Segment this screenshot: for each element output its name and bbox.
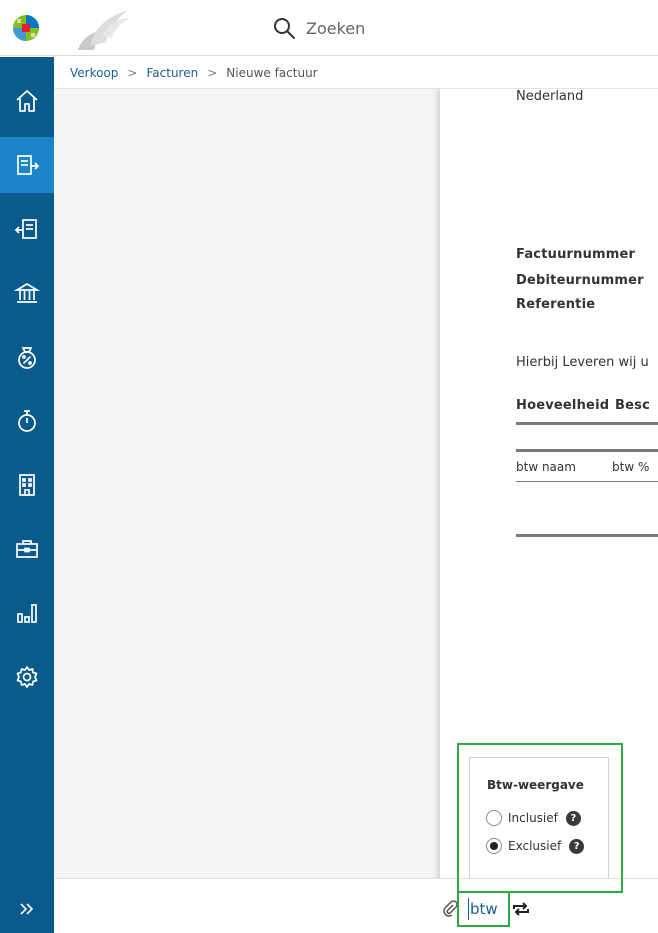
breadcrumb-separator-icon: > xyxy=(207,65,218,80)
sidebar-item-instellingen[interactable] xyxy=(0,649,54,705)
btw-display-title: Btw-weergave xyxy=(487,778,584,792)
sidebar-item-bank[interactable] xyxy=(0,265,54,321)
briefcase-icon xyxy=(16,540,38,558)
debtor-number-label: Debiteurnummer xyxy=(516,273,644,288)
sidebar-item-rapportages[interactable] xyxy=(0,585,54,641)
brand-swirl-logo-icon xyxy=(78,10,130,50)
radio-exclusief-control[interactable] xyxy=(486,838,502,854)
repeat-icon[interactable] xyxy=(511,900,531,918)
gear-icon xyxy=(16,666,38,688)
vat-rule xyxy=(516,481,658,482)
sidebar-item-verkoop[interactable] xyxy=(0,137,54,193)
invoice-intro-text: Hierbij Leveren wij u xyxy=(516,355,649,370)
bar-chart-icon xyxy=(17,604,37,623)
vat-percent-column: btw % xyxy=(612,460,650,474)
vat-name-column: btw naam xyxy=(516,460,576,474)
invoice-out-icon xyxy=(17,155,40,175)
breadcrumb-item-facturen[interactable]: Facturen xyxy=(146,66,198,80)
reference-label: Referentie xyxy=(516,297,596,312)
breadcrumb-current: Nieuwe factuur xyxy=(226,65,318,80)
percent-bag-icon xyxy=(18,347,36,369)
btw-display-panel: Btw-weergave Inclusief ? Exclusief ? xyxy=(469,757,609,879)
sidebar xyxy=(0,57,54,933)
bank-icon xyxy=(14,283,40,303)
radio-inclusief-control[interactable] xyxy=(486,810,502,826)
invoice-number-label: Factuurnummer xyxy=(516,247,636,262)
wolters-kluwer-logo-icon[interactable] xyxy=(12,14,40,42)
stopwatch-icon xyxy=(18,410,36,432)
help-icon[interactable]: ? xyxy=(565,810,581,826)
breadcrumb-separator-icon: > xyxy=(127,65,138,80)
help-icon[interactable]: ? xyxy=(569,838,585,854)
sidebar-item-inkoop[interactable] xyxy=(0,201,54,257)
home-icon xyxy=(16,90,38,112)
radio-inclusief[interactable]: Inclusief ? xyxy=(486,810,581,826)
sidebar-item-home[interactable] xyxy=(0,73,54,129)
building-icon xyxy=(19,474,35,496)
column-quantity-header: Hoeveelheid xyxy=(516,398,610,413)
sidebar-item-uren[interactable] xyxy=(0,393,54,449)
radio-exclusief[interactable]: Exclusief ? xyxy=(486,838,585,854)
invoice-in-icon xyxy=(14,219,37,239)
lines-rule xyxy=(516,449,658,452)
btw-toggle-field[interactable]: btw xyxy=(468,898,508,920)
sidebar-expand-button[interactable] xyxy=(0,885,54,933)
radio-exclusief-label: Exclusief xyxy=(508,839,562,853)
radio-inclusief-label: Inclusief xyxy=(508,811,558,825)
top-bar xyxy=(0,0,658,56)
sidebar-item-projecten[interactable] xyxy=(0,521,54,577)
total-rule xyxy=(516,534,658,537)
breadcrumb: Verkoop > Facturen > Nieuwe factuur xyxy=(54,57,658,89)
bottom-toolbar: btw xyxy=(54,878,658,933)
sidebar-item-btw[interactable] xyxy=(0,329,54,385)
breadcrumb-item-verkoop[interactable]: Verkoop xyxy=(70,66,118,80)
header-rule xyxy=(516,422,658,425)
double-chevron-right-icon xyxy=(20,903,34,915)
column-description-header: Besc xyxy=(615,398,650,413)
search-input[interactable] xyxy=(306,14,606,42)
paperclip-icon[interactable] xyxy=(442,899,458,917)
search-icon[interactable] xyxy=(272,16,296,40)
sidebar-item-relaties[interactable] xyxy=(0,457,54,513)
invoice-country: Nederland xyxy=(516,89,584,104)
